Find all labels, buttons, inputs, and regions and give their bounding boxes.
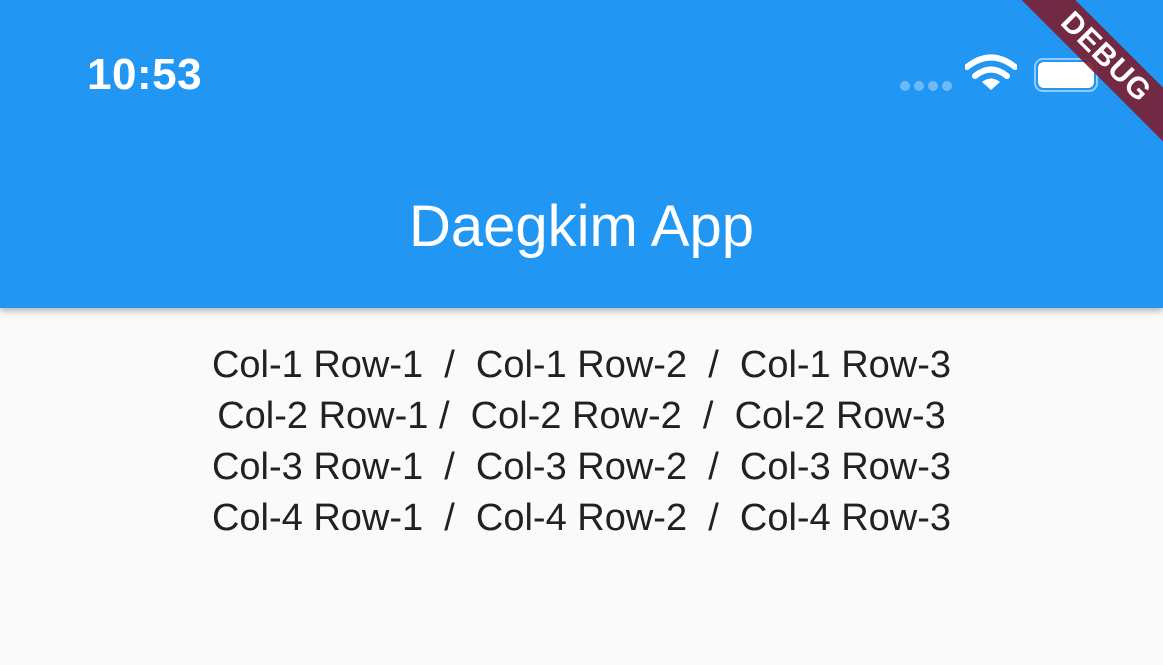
- app-title: Daegkim App: [409, 194, 754, 259]
- grid-text-content: Col-1 Row-1 / Col-1 Row-2 / Col-1 Row-3 …: [0, 340, 1163, 544]
- text-row-1: Col-1 Row-1 / Col-1 Row-2 / Col-1 Row-3: [211, 344, 952, 386]
- wifi-icon: [965, 54, 1017, 90]
- text-row-2: Col-2 Row-1 / Col-2 Row-2 / Col-2 Row-3: [217, 395, 946, 437]
- text-row-3: Col-3 Row-1 / Col-3 Row-2 / Col-3 Row-3: [211, 446, 952, 488]
- app-bar: 10:53 Daegkim App: [0, 0, 1163, 308]
- cellular-signal-icon: [900, 81, 952, 91]
- status-time: 10:53: [87, 50, 203, 99]
- text-row-4: Col-4 Row-1 / Col-4 Row-2 / Col-4 Row-3: [211, 497, 952, 539]
- status-bar: 10:53: [0, 0, 1163, 150]
- battery-icon: [1034, 58, 1104, 92]
